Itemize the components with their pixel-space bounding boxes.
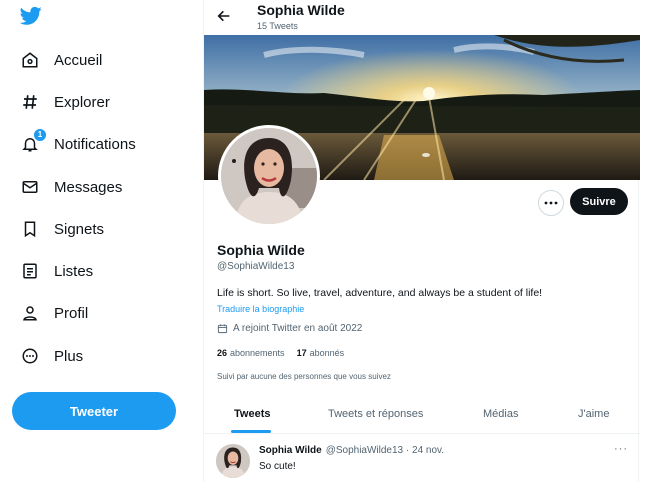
sidebar-item-messages[interactable]: Messages bbox=[20, 174, 122, 200]
sidebar-item-profil[interactable]: Profil bbox=[20, 300, 88, 326]
more-options-button[interactable] bbox=[538, 190, 564, 216]
profile-tabs: Tweets Tweets et réponses Médias J'aime bbox=[204, 396, 640, 434]
profile-column: Sophia Wilde 15 Tweets Suivre Sophia Wil… bbox=[203, 0, 640, 482]
header-profile-name: Sophia Wilde bbox=[257, 2, 345, 18]
following-count: 26 bbox=[217, 348, 228, 358]
bookmark-icon bbox=[20, 219, 40, 239]
sidebar-item-listes[interactable]: Listes bbox=[20, 258, 93, 284]
more-circle-icon bbox=[20, 346, 40, 366]
person-icon bbox=[20, 303, 40, 323]
sidebar-item-explorer[interactable]: Explorer bbox=[20, 89, 110, 115]
profile-header-bar: Sophia Wilde 15 Tweets bbox=[204, 0, 640, 35]
tweet-avatar[interactable] bbox=[216, 444, 250, 478]
home-icon bbox=[20, 50, 40, 70]
followed-by-text: Suivi par aucune des personnes que vous … bbox=[217, 372, 391, 381]
bell-icon: 1 bbox=[20, 129, 46, 154]
following-link[interactable]: 26 abonnements bbox=[217, 348, 285, 358]
tweet-item[interactable]: Sophia Wilde @SophiaWilde13 · 24 nov. So… bbox=[204, 435, 640, 482]
sidebar-item-accueil[interactable]: Accueil bbox=[20, 47, 102, 73]
tweet-button[interactable]: Tweeter bbox=[12, 392, 176, 430]
notification-badge: 1 bbox=[34, 129, 46, 141]
tweet-author-name[interactable]: Sophia Wilde bbox=[259, 445, 322, 456]
twitter-bird-icon[interactable] bbox=[19, 6, 44, 28]
followers-count: 17 bbox=[296, 348, 307, 358]
tab-likes[interactable]: J'aime bbox=[578, 408, 609, 420]
joined-text: A rejoint Twitter en août 2022 bbox=[233, 323, 363, 334]
profile-bio: Life is short. So live, travel, adventur… bbox=[217, 287, 543, 299]
hashtag-icon bbox=[20, 92, 40, 112]
sidebar-item-label: Notifications bbox=[54, 135, 136, 153]
tweet-header: Sophia Wilde @SophiaWilde13 · 24 nov. bbox=[259, 445, 444, 456]
translate-bio-link[interactable]: Traduire la biographie bbox=[217, 304, 304, 314]
sidebar-item-label: Explorer bbox=[54, 93, 110, 111]
active-tab-indicator bbox=[231, 430, 271, 433]
sidebar-item-plus[interactable]: Plus bbox=[20, 343, 83, 369]
tweet-text: So cute! bbox=[259, 461, 296, 472]
calendar-icon bbox=[217, 324, 228, 334]
sidebar-item-signets[interactable]: Signets bbox=[20, 216, 104, 242]
profile-avatar[interactable] bbox=[218, 125, 320, 227]
profile-name: Sophia Wilde bbox=[217, 242, 305, 258]
sidebar-item-label: Listes bbox=[54, 262, 94, 280]
sidebar: Accueil Explorer 1 Notifications Message… bbox=[0, 0, 200, 482]
list-icon bbox=[20, 261, 40, 281]
follow-button[interactable]: Suivre bbox=[570, 188, 628, 215]
sidebar-item-label: Plus bbox=[54, 347, 84, 365]
sidebar-item-notifications[interactable]: 1 Notifications bbox=[20, 129, 136, 157]
following-label: abonnements bbox=[230, 348, 285, 358]
sidebar-item-label: Signets bbox=[54, 220, 105, 238]
profile-handle: @SophiaWilde13 bbox=[217, 261, 295, 272]
envelope-icon bbox=[20, 177, 40, 197]
joined-date: A rejoint Twitter en août 2022 bbox=[217, 323, 362, 334]
back-arrow-icon[interactable] bbox=[216, 8, 232, 24]
header-tweet-count: 15 Tweets bbox=[257, 21, 298, 31]
sidebar-item-label: Accueil bbox=[54, 51, 103, 69]
tab-tweets-replies[interactable]: Tweets et réponses bbox=[328, 408, 423, 420]
profile-stats: 26 abonnements 17 abonnés bbox=[217, 348, 356, 358]
tab-tweets[interactable]: Tweets bbox=[234, 408, 270, 420]
sidebar-item-label: Messages bbox=[54, 178, 123, 196]
tweet-more-icon[interactable]: ··· bbox=[614, 443, 628, 455]
followers-link[interactable]: 17 abonnés bbox=[297, 348, 345, 358]
sidebar-item-label: Profil bbox=[54, 304, 89, 322]
tab-medias[interactable]: Médias bbox=[483, 408, 518, 420]
tweet-meta: @SophiaWilde13 · 24 nov. bbox=[325, 445, 445, 456]
followers-label: abonnés bbox=[309, 348, 345, 358]
